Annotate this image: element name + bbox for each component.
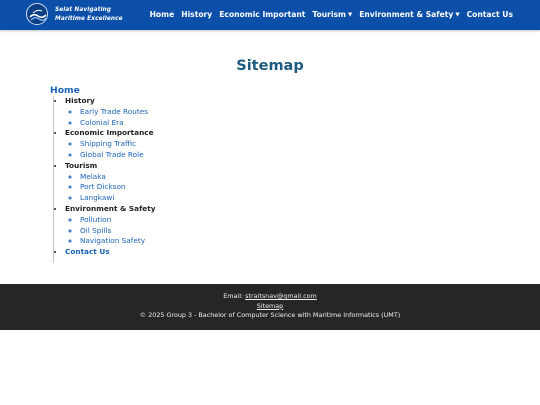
site-header: Selat Navigating Maritime Excellence Hom…: [0, 0, 540, 30]
nav-label: History: [181, 10, 213, 19]
site-footer: Email: straitsnav@gmail.com Sitemap © 20…: [0, 284, 540, 330]
caret-down-icon: ▼: [347, 12, 353, 18]
sitemap-link[interactable]: Shipping Traffic: [80, 139, 254, 150]
brand-tagline[interactable]: Selat Navigating Maritime Excellence: [55, 6, 123, 24]
nav-item-history[interactable]: History: [181, 10, 212, 20]
nav-item-home[interactable]: Home: [150, 10, 175, 20]
link-text[interactable]: Melaka: [80, 172, 106, 181]
nav-label: Economic Important: [219, 10, 306, 19]
sitemap-link[interactable]: Early Trade Routes: [80, 107, 254, 118]
nav-item-contact[interactable]: Contact Us: [467, 10, 513, 20]
nav-item-tourism[interactable]: Tourism ▼: [312, 10, 352, 20]
sitemap-section-history: History Early Trade Routes Colonial Era: [65, 96, 254, 128]
sitemap-home-link[interactable]: Home: [50, 85, 80, 96]
main-nav: Home History Economic Important Tourism ▼…: [150, 10, 513, 20]
contact-us-link[interactable]: Contact Us: [65, 247, 110, 256]
link-text[interactable]: Oil Spills: [80, 226, 111, 235]
link-text[interactable]: Colonial Era: [80, 118, 124, 127]
page-title: Sitemap: [236, 58, 304, 74]
sitemap-link[interactable]: Global Trade Role: [80, 150, 254, 161]
sitemap-link[interactable]: Melaka: [80, 172, 254, 183]
footer-copyright: © 2025 Group 3 - Bachelor of Computer Sc…: [139, 311, 401, 320]
sitemap-link[interactable]: Oil Spills: [80, 226, 254, 237]
sitemap-section-economic: Economic Importance Shipping Traffic Glo…: [65, 128, 254, 160]
link-text[interactable]: Pollution: [80, 215, 111, 224]
sitemap-link[interactable]: Navigation Safety: [80, 236, 254, 247]
section-label: Environment & Safety: [65, 203, 156, 213]
footer-sitemap-link[interactable]: Sitemap: [257, 302, 283, 310]
link-text[interactable]: Navigation Safety: [80, 236, 145, 245]
nav-item-environment[interactable]: Environment & Safety ▼: [359, 10, 459, 20]
link-text[interactable]: Shipping Traffic: [80, 139, 136, 148]
sitemap-link[interactable]: Langkawi: [80, 193, 254, 204]
email-link[interactable]: straitsnav@gmail.com: [245, 292, 317, 300]
email-prefix: Email:: [223, 292, 246, 300]
sitemap-section-tourism: Tourism Melaka Port Dickson Langkawi: [65, 161, 254, 204]
nav-label: Contact Us: [466, 10, 513, 19]
nav-item-economic[interactable]: Economic Important: [219, 10, 305, 20]
nav-label: Tourism: [312, 10, 346, 19]
caret-down-icon: ▼: [455, 12, 460, 18]
footer-email-line: Email: straitsnav@gmail.com: [0, 292, 540, 302]
sitemap-link[interactable]: Port Dickson: [80, 182, 254, 193]
sitemap-section-environment: Environment & Safety Pollution Oil Spill…: [65, 204, 254, 247]
section-label: Economic Importance: [65, 128, 154, 138]
link-text[interactable]: Early Trade Routes: [80, 107, 148, 116]
ship-wave-logo-icon[interactable]: [26, 3, 48, 25]
sitemap-section-contact[interactable]: Contact Us: [65, 247, 254, 258]
nav-label: Environment & Safety: [359, 10, 454, 19]
brand-line-2: Maritime Excellence: [55, 16, 123, 22]
brand-line-1: Selat Navigating: [55, 7, 112, 13]
sitemap-tree: History Early Trade Routes Colonial Era …: [53, 96, 254, 263]
sitemap-link[interactable]: Colonial Era: [80, 118, 254, 129]
sitemap-link[interactable]: Pollution: [80, 215, 254, 226]
section-label: Tourism: [65, 160, 98, 170]
link-text[interactable]: Langkawi: [80, 193, 114, 202]
link-text[interactable]: Port Dickson: [80, 182, 126, 191]
nav-label: Home: [149, 10, 175, 19]
footer-sitemap-line: Sitemap: [0, 302, 540, 312]
section-label: History: [65, 96, 95, 105]
link-text[interactable]: Global Trade Role: [80, 150, 144, 159]
sitemap-list: History Early Trade Routes Colonial Era …: [54, 96, 254, 258]
